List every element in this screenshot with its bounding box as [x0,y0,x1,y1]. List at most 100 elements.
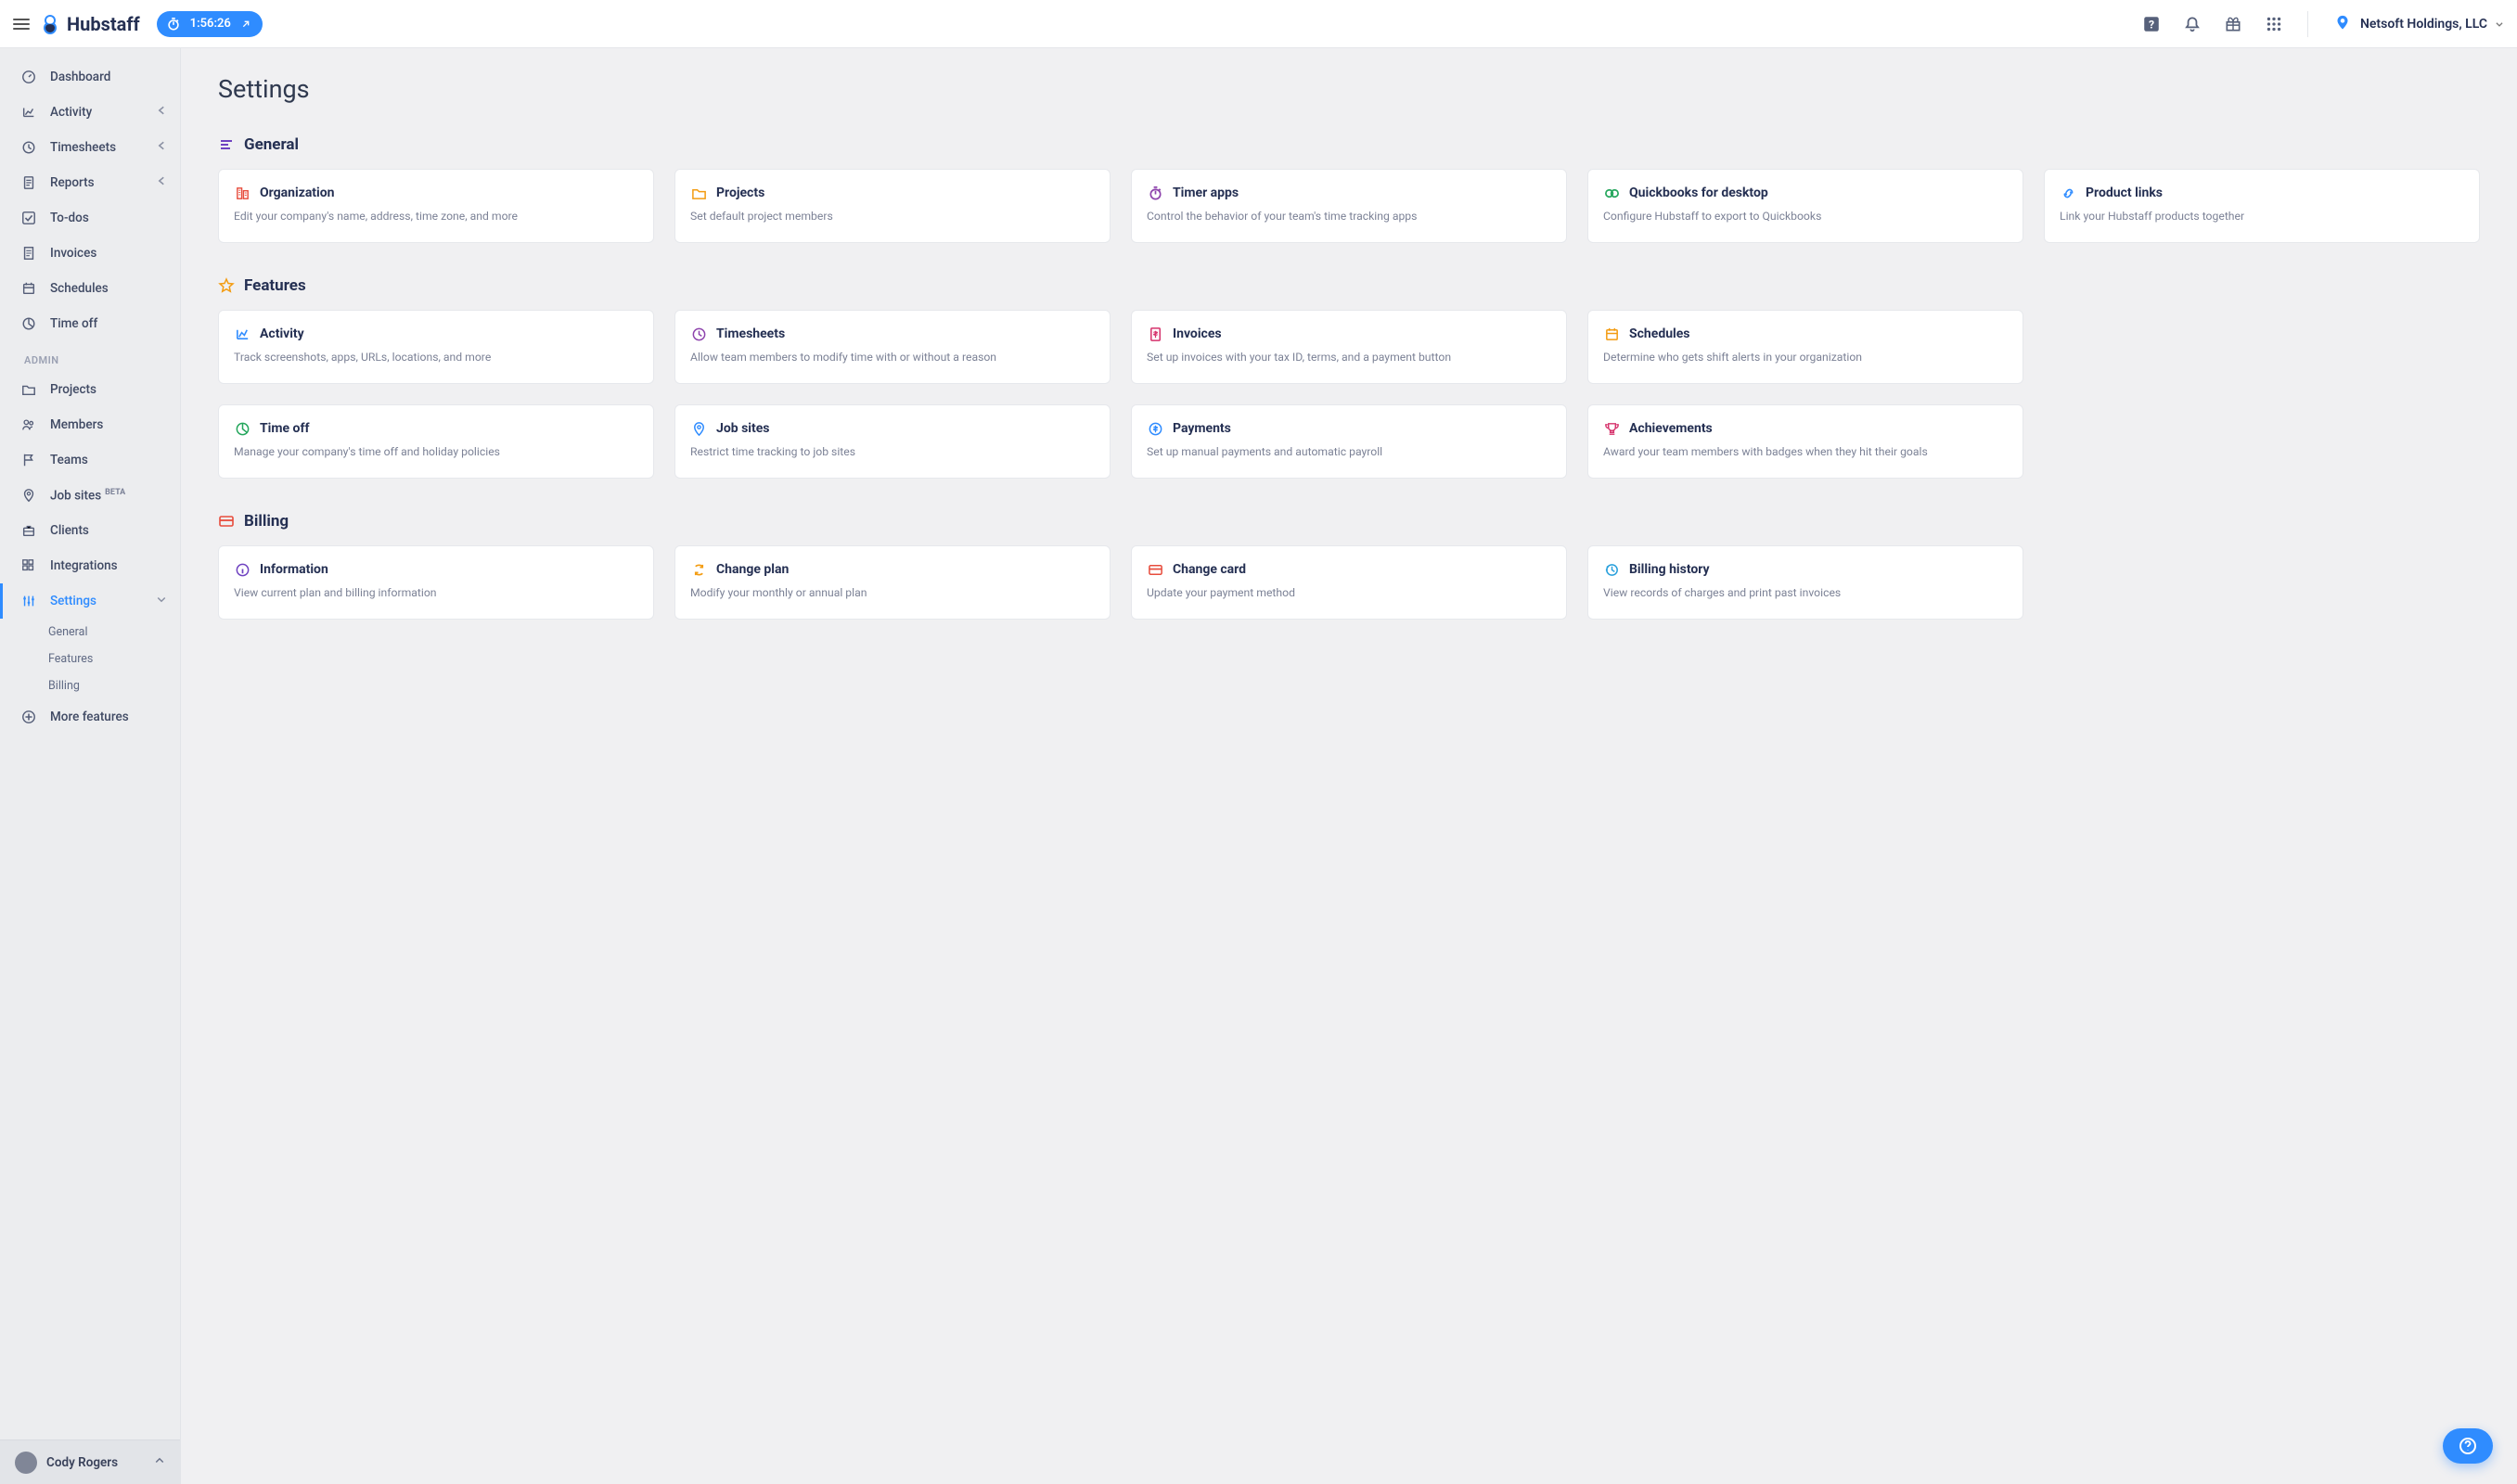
card-title: Job sites [716,421,769,436]
nav-reports[interactable]: Reports [0,165,180,200]
card-title: Time off [260,421,309,436]
pie-icon [234,420,250,437]
beta-badge: BETA [105,488,125,497]
nav-sub-general[interactable]: General [48,619,180,646]
card-desc: Restrict time tracking to job sites [690,444,1095,461]
card-activity[interactable]: Activity Track screenshots, apps, URLs, … [218,310,654,384]
nav-label: To-dos [50,211,89,225]
card-title: Payments [1173,421,1231,436]
card-grid-billing: Information View current plan and billin… [218,545,2480,620]
bell-icon[interactable] [2183,15,2202,33]
sidebar: Dashboard Activity Timesheets Reports To… [0,48,181,1484]
help-fab[interactable] [2443,1428,2493,1464]
card-desc: Set default project members [690,209,1095,225]
nav-teams[interactable]: Teams [0,442,180,478]
org-icon [234,185,250,201]
card-desc: Manage your company's time off and holid… [234,444,638,461]
card-desc: Update your payment method [1147,585,1551,602]
question-icon [2459,1437,2477,1455]
card-quickbooks[interactable]: Quickbooks for desktop Configure Hubstaf… [1587,169,2023,243]
card-projects[interactable]: Projects Set default project members [674,169,1111,243]
card-title: Organization [260,186,335,200]
nav-jobsites[interactable]: Job sitesBETA [0,478,180,513]
nav-more-features[interactable]: More features [0,699,180,735]
card-title: Schedules [1629,326,1690,341]
gauge-icon [20,69,37,85]
chevron-left-icon [156,140,167,155]
nav-label: Activity [50,105,92,120]
nav-label: Invoices [50,246,96,261]
timer-value: 1:56:26 [190,17,231,31]
logo-mark-icon [39,13,61,35]
link-icon [2060,185,2076,201]
nav-todos[interactable]: To-dos [0,200,180,236]
card-schedules[interactable]: Schedules Determine who gets shift alert… [1587,310,2023,384]
nav-settings-sub: General Features Billing [0,619,180,699]
apps-grid-icon[interactable] [2265,15,2283,33]
info-icon [234,561,250,578]
gift-icon[interactable] [2224,15,2242,33]
org-name: Netsoft Holdings, LLC [2360,17,2487,32]
receipt-icon [20,245,37,262]
pin-icon [690,420,707,437]
nav-label: Timesheets [50,140,116,155]
card-time-off[interactable]: Time off Manage your company's time off … [218,404,654,479]
card-achievements[interactable]: Achievements Award your team members wit… [1587,404,2023,479]
nav-integrations[interactable]: Integrations [0,548,180,583]
brand-name: Hubstaff [67,13,140,35]
card-title: Change plan [716,562,789,577]
nav-clients[interactable]: Clients [0,513,180,548]
nav-activity[interactable]: Activity [0,95,180,130]
nav-projects[interactable]: Projects [0,372,180,407]
folder-icon [690,185,707,201]
card-payments[interactable]: Payments Set up manual payments and auto… [1131,404,1567,479]
clock-icon [20,139,37,156]
nav-label: Reports [50,175,95,190]
timer-pill[interactable]: 1:56:26 [157,11,263,37]
section-header-billing: Billing [218,512,2480,531]
nav-timesheets[interactable]: Timesheets [0,130,180,165]
nav-label: Settings [50,594,96,608]
brand-logo[interactable]: Hubstaff [39,13,140,35]
card-title: Information [260,562,328,577]
nav-label: Clients [50,523,89,538]
nav-members[interactable]: Members [0,407,180,442]
org-switcher[interactable]: Netsoft Holdings, LLC [2332,14,2504,34]
card-organization[interactable]: Organization Edit your company's name, a… [218,169,654,243]
card-change-plan[interactable]: Change plan Modify your monthly or annua… [674,545,1111,620]
card-timer-apps[interactable]: Timer apps Control the behavior of your … [1131,169,1567,243]
card-timesheets[interactable]: Timesheets Allow team members to modify … [674,310,1111,384]
nav-invoices[interactable]: Invoices [0,236,180,271]
card-invoices[interactable]: Invoices Set up invoices with your tax I… [1131,310,1567,384]
card-title: Activity [260,326,304,341]
nav-schedules[interactable]: Schedules [0,271,180,306]
menu-toggle-icon[interactable] [13,16,30,32]
user-menu[interactable]: Cody Rogers [0,1439,180,1484]
chevron-left-icon [156,105,167,120]
nav-settings[interactable]: Settings [0,583,180,619]
card-grid-features: Activity Track screenshots, apps, URLs, … [218,310,2480,479]
help-icon[interactable] [2142,15,2161,33]
card-billing-history[interactable]: Billing history View records of charges … [1587,545,2023,620]
star-icon [218,277,235,294]
card-billing-info[interactable]: Information View current plan and billin… [218,545,654,620]
nav-timeoff[interactable]: Time off [0,306,180,341]
card-job-sites[interactable]: Job sites Restrict time tracking to job … [674,404,1111,479]
stopwatch-icon [1147,185,1163,201]
caret-up-icon [154,1455,165,1470]
card-product-links[interactable]: Product links Link your Hubstaff product… [2044,169,2480,243]
card-desc: Set up invoices with your tax ID, terms,… [1147,350,1551,366]
nav-sub-billing[interactable]: Billing [48,672,180,699]
card-desc: Allow team members to modify time with o… [690,350,1095,366]
trophy-icon [1603,420,1620,437]
nav-sub-features[interactable]: Features [48,646,180,672]
card-title: Timer apps [1173,186,1239,200]
card-change-card[interactable]: Change card Update your payment method [1131,545,1567,620]
nav-dashboard[interactable]: Dashboard [0,59,180,95]
card-icon [218,513,235,530]
caret-down-icon [2495,19,2504,29]
calendar-icon [1603,326,1620,342]
card-title: Change card [1173,562,1246,577]
section-title: General [244,135,299,154]
chart-icon [20,104,37,121]
